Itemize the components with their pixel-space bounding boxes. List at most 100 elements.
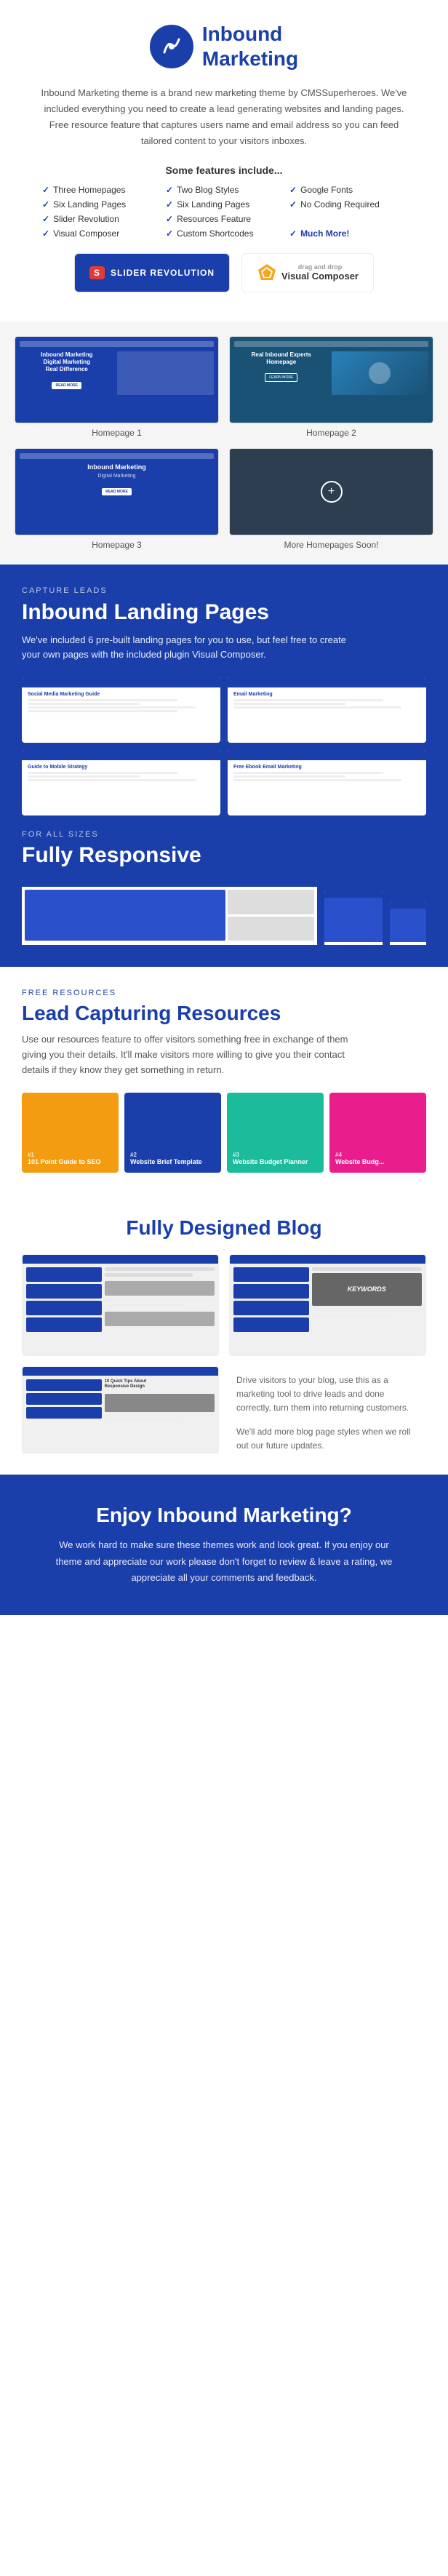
landing-title: Inbound Landing Pages (22, 599, 426, 626)
check-icon: ✓ (166, 185, 173, 195)
feature-label: Six Landing Pages (53, 199, 126, 210)
resource-card-title-2: Website Brief Template (130, 1158, 215, 1167)
feature-label: Three Homepages (53, 185, 125, 195)
check-icon: ✓ (289, 185, 297, 195)
add-homepage-icon: + (321, 481, 343, 503)
resource-card-label-1: #1 (28, 1152, 113, 1158)
resource-card-title-3: Website Budget Planner (233, 1158, 318, 1167)
resources-desc: Use our resources feature to offer visit… (22, 1032, 356, 1077)
resource-card-label-3: #3 (233, 1152, 318, 1158)
features-list: ✓ Three Homepages ✓ Two Blog Styles ✓ Go… (42, 185, 406, 239)
feature-item: ✓ Three Homepages (42, 185, 159, 195)
landing-page-thumb-1[interactable]: Social Media Marketing Guide (22, 677, 220, 743)
homepage-item-4: + More Homepages Soon! (229, 448, 433, 550)
homepage-previews: Inbound MarketingDigital MarketingReal D… (0, 322, 448, 565)
logo-area: Inbound Marketing (29, 22, 419, 71)
logo-title: Inbound Marketing (202, 22, 298, 71)
blog-thumb-3[interactable]: 10 Quick Tips AboutResponsive Design (22, 1366, 219, 1454)
check-icon: ✓ (166, 228, 173, 239)
check-icon: ✓ (42, 214, 49, 224)
feature-item: ✓ Visual Composer (42, 228, 159, 239)
homepage-grid-bottom: Inbound Marketing Digital Marketing READ… (15, 448, 433, 550)
homepage-item-1: Inbound MarketingDigital MarketingReal D… (15, 336, 219, 438)
feature-label: Six Landing Pages (177, 199, 249, 210)
vc-logo: drag and drop Visual Composer (257, 263, 359, 283)
landing-section: CAPTURE LEADS Inbound Landing Pages We'v… (0, 565, 448, 816)
landing-pages-grid: Social Media Marketing Guide Email Marke… (22, 677, 426, 816)
resources-cards: #1 101 Point Guide to SEO #2 Website Bri… (22, 1093, 426, 1173)
homepage-label-2: Homepage 2 (229, 428, 433, 438)
resource-card-label-4: #4 (335, 1152, 420, 1158)
blog-thumb3-title: 10 Quick Tips AboutResponsive Design (105, 1379, 215, 1391)
blog-thumb-1[interactable] (22, 1254, 219, 1356)
feature-label: Google Fonts (300, 185, 353, 195)
check-icon: ✓ (166, 214, 173, 224)
feature-item (289, 214, 406, 224)
blog-text-desc-1: Drive visitors to your blog, use this as… (236, 1373, 419, 1416)
homepage-grid-top: Inbound MarketingDigital MarketingReal D… (15, 336, 433, 438)
lp-label-3: Guide to Mobile Strategy (28, 765, 215, 770)
homepage-label-3: Homepage 3 (15, 540, 219, 550)
responsive-section: FOR ALL SIZES Fully Responsive (0, 816, 448, 967)
blog-text-block: Drive visitors to your blog, use this as… (229, 1366, 426, 1461)
resource-card-4[interactable]: #4 Website Budg... (329, 1093, 426, 1173)
rev-icon: S (89, 266, 105, 279)
feature-item: ✓ No Coding Required (289, 199, 406, 210)
homepage-thumb-3[interactable]: Inbound Marketing Digital Marketing READ… (15, 448, 219, 535)
check-icon: ✓ (166, 199, 173, 210)
device-desktop (22, 880, 317, 945)
feature-item: ✓ Six Landing Pages (42, 199, 159, 210)
resources-title: Lead Capturing Resources (22, 1002, 426, 1025)
lp-label-2: Email Marketing (233, 692, 420, 697)
check-icon: ✓ (42, 228, 49, 239)
feature-item: ✓ Google Fonts (289, 185, 406, 195)
landing-tag: CAPTURE LEADS (22, 586, 426, 595)
lp-label-1: Social Media Marketing Guide (28, 692, 215, 697)
resource-card-1[interactable]: #1 101 Point Guide to SEO (22, 1093, 119, 1173)
device-mobile (390, 901, 426, 945)
feature-label-much-more: Much More! (300, 228, 349, 239)
check-icon: ✓ (289, 199, 297, 210)
homepage-thumb-2[interactable]: Real Inbound ExpertsHomepage LEARN MORE (229, 336, 433, 423)
responsive-title: Fully Responsive (22, 843, 426, 868)
visual-composer-badge: drag and drop Visual Composer (241, 253, 374, 292)
plugin-badges: S SLIDER REVOLUTION drag and drop Visual… (29, 253, 419, 292)
resources-section: FREE RESOURCES Lead Capturing Resources … (0, 967, 448, 1194)
header-description: Inbound Marketing theme is a brand new m… (35, 85, 413, 149)
feature-item-much-more: ✓ Much More! (289, 228, 406, 239)
keywords-label: KEYWORDS (348, 1285, 386, 1293)
landing-page-thumb-3[interactable]: Guide to Mobile Strategy (22, 750, 220, 816)
resource-card-2[interactable]: #2 Website Brief Template (124, 1093, 221, 1173)
lp-label-4: Free Ebook Email Marketing (233, 765, 420, 770)
features-title: Some features include... (29, 164, 419, 176)
check-icon: ✓ (42, 185, 49, 195)
slider-revolution-badge: S SLIDER REVOLUTION (74, 253, 230, 292)
cta-desc: We work hard to make sure these themes w… (49, 1537, 399, 1585)
check-icon: ✓ (289, 228, 297, 239)
resource-card-3[interactable]: #3 Website Budget Planner (227, 1093, 324, 1173)
responsive-tag: FOR ALL SIZES (22, 816, 426, 839)
blog-row-2: 10 Quick Tips AboutResponsive Design Dri… (22, 1366, 426, 1461)
feature-item: ✓ Six Landing Pages (166, 199, 282, 210)
cta-title: Enjoy Inbound Marketing? (22, 1504, 426, 1527)
feature-label: No Coding Required (300, 199, 380, 210)
devices-container (22, 880, 426, 945)
feature-label: Slider Revolution (53, 214, 119, 224)
homepage-label-4: More Homepages Soon! (229, 540, 433, 550)
feature-label: Custom Shortcodes (177, 228, 253, 239)
check-icon: ✓ (42, 199, 49, 210)
homepage-thumb-1[interactable]: Inbound MarketingDigital MarketingReal D… (15, 336, 219, 423)
resources-tag: FREE RESOURCES (22, 989, 426, 997)
feature-item: ✓ Custom Shortcodes (166, 228, 282, 239)
cta-section: Enjoy Inbound Marketing? We work hard to… (0, 1475, 448, 1614)
feature-item: ✓ Two Blog Styles (166, 185, 282, 195)
feature-label: Two Blog Styles (177, 185, 239, 195)
landing-page-thumb-4[interactable]: Free Ebook Email Marketing (228, 750, 426, 816)
landing-page-thumb-2[interactable]: Email Marketing (228, 677, 426, 743)
blog-thumb-2[interactable]: KEYWORDS (229, 1254, 426, 1356)
device-tablet (324, 890, 383, 945)
feature-item: ✓ Slider Revolution (42, 214, 159, 224)
homepage-thumb-4[interactable]: + (229, 448, 433, 535)
resource-card-title-4: Website Budg... (335, 1158, 420, 1167)
vc-sublabel: drag and drop (281, 263, 359, 271)
